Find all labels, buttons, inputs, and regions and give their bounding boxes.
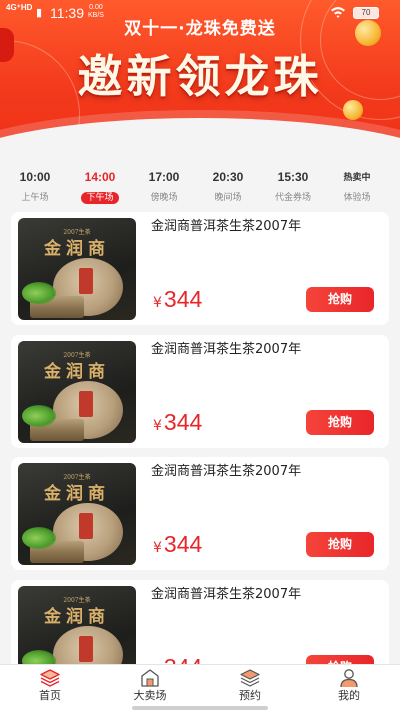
tab-time: 20:30 (212, 170, 244, 184)
tab-time: 热卖中 (343, 172, 371, 182)
product-price: ¥344 (153, 531, 202, 558)
product-list[interactable]: 2007生茶 金润商 金润商普洱茶生茶2007年 ¥344 抢购 2007生茶 … (0, 212, 400, 664)
tab-label: 体验场 (343, 193, 371, 203)
tab-1530[interactable]: 15:30 代金券场 (263, 170, 323, 204)
tab-1400[interactable]: 14:00 下午场 (70, 170, 130, 204)
buy-button[interactable]: 抢购 (306, 532, 374, 557)
tab-label-active: 下午场 (81, 192, 119, 204)
currency-symbol: ¥ (153, 540, 162, 556)
product-price: ¥344 (153, 409, 202, 436)
banner-subtitle: 双十一·龙珠免费送 (124, 19, 276, 39)
product-image[interactable]: 2007生茶 金润商 (18, 586, 136, 664)
tab-time: 10:00 (19, 170, 51, 184)
tab-1700[interactable]: 17:00 傍晚场 (134, 170, 194, 204)
banner-title: 邀新领龙珠 (77, 50, 323, 103)
tea-seal (79, 268, 93, 294)
image-brand-text: 金润商 (44, 607, 110, 627)
reserve-icon (239, 668, 261, 688)
tea-seal (79, 391, 93, 417)
product-title[interactable]: 金润商普洱茶生茶2007年 (151, 583, 301, 602)
home-indicator[interactable] (132, 706, 268, 710)
promo-banner[interactable]: 4G⁺HD ▮ 11:39 0.00 KB/S 70 双十一·龙珠免费送 邀新领… (0, 0, 400, 162)
price-value: 344 (163, 286, 203, 312)
product-image[interactable]: 2007生茶 金润商 (18, 463, 136, 565)
user-icon (338, 668, 360, 688)
image-brand-text: 金润商 (44, 239, 110, 259)
tea-seal (79, 513, 93, 539)
mall-icon (139, 668, 161, 688)
product-card[interactable]: 2007生茶 金润商 金润商普洱茶生茶2007年 ¥344 抢购 (11, 212, 389, 325)
price-value: 344 (163, 409, 203, 435)
tab-time: 15:30 (277, 170, 309, 184)
currency-symbol: ¥ (153, 295, 162, 311)
nav-home[interactable]: 首页 (15, 668, 85, 703)
tea-leaf (22, 282, 56, 304)
tab-1000[interactable]: 10:00 上午场 (5, 170, 65, 204)
nav-reserve[interactable]: 预约 (215, 668, 285, 703)
product-price: ¥344 (153, 654, 202, 664)
product-title[interactable]: 金润商普洱茶生茶2007年 (151, 215, 301, 234)
price-value: 344 (164, 654, 202, 664)
image-brand-text: 金润商 (44, 362, 110, 382)
image-brand-text: 金润商 (44, 484, 110, 504)
product-image[interactable]: 2007生茶 金润商 (18, 218, 136, 320)
product-title[interactable]: 金润商普洱茶生茶2007年 (151, 338, 301, 357)
product-title[interactable]: 金润商普洱茶生茶2007年 (151, 460, 301, 479)
nav-label: 大卖场 (133, 689, 167, 702)
product-card[interactable]: 2007生茶 金润商 金润商普洱茶生茶2007年 ¥344 抢购 (11, 457, 389, 570)
tea-seal (79, 636, 93, 662)
tab-hot[interactable]: 热卖中 体验场 (327, 170, 387, 204)
buy-button[interactable]: 抢购 (306, 287, 374, 312)
network-indicator: 4G⁺HD (6, 3, 33, 12)
nav-label: 我的 (338, 689, 360, 702)
product-price: ¥344 (153, 286, 202, 313)
tea-leaf (22, 650, 56, 664)
tab-label: 傍晚场 (150, 193, 178, 203)
price-value: 344 (163, 531, 203, 557)
tab-label: 代金券场 (274, 193, 311, 203)
buy-button[interactable]: 抢购 (306, 410, 374, 435)
product-card[interactable]: 2007生茶 金润商 金润商普洱茶生茶2007年 ¥344 抢购 (11, 580, 389, 664)
bottom-nav: 首页 大卖场 预约 我的 (0, 664, 400, 711)
tab-time: 14:00 (84, 170, 116, 184)
currency-symbol: ¥ (153, 418, 162, 434)
buy-button[interactable]: 抢购 (306, 655, 374, 664)
product-card[interactable]: 2007生茶 金润商 金润商普洱茶生茶2007年 ¥344 抢购 (11, 335, 389, 448)
tab-time: 17:00 (148, 170, 180, 184)
nav-label: 首页 (39, 689, 61, 702)
nav-label: 预约 (239, 689, 261, 702)
tab-2030[interactable]: 20:30 晚间场 (198, 170, 258, 204)
nav-mine[interactable]: 我的 (314, 668, 384, 703)
tab-label: 上午场 (21, 193, 49, 203)
tea-leaf (22, 527, 56, 549)
tea-leaf (22, 405, 56, 427)
nav-mall[interactable]: 大卖场 (115, 668, 185, 703)
home-stack-icon (39, 668, 61, 688)
session-tabs: 10:00 上午场 14:00 下午场 17:00 傍晚场 20:30 晚间场 … (0, 170, 400, 206)
product-image[interactable]: 2007生茶 金润商 (18, 341, 136, 443)
tab-label: 晚间场 (214, 193, 242, 203)
